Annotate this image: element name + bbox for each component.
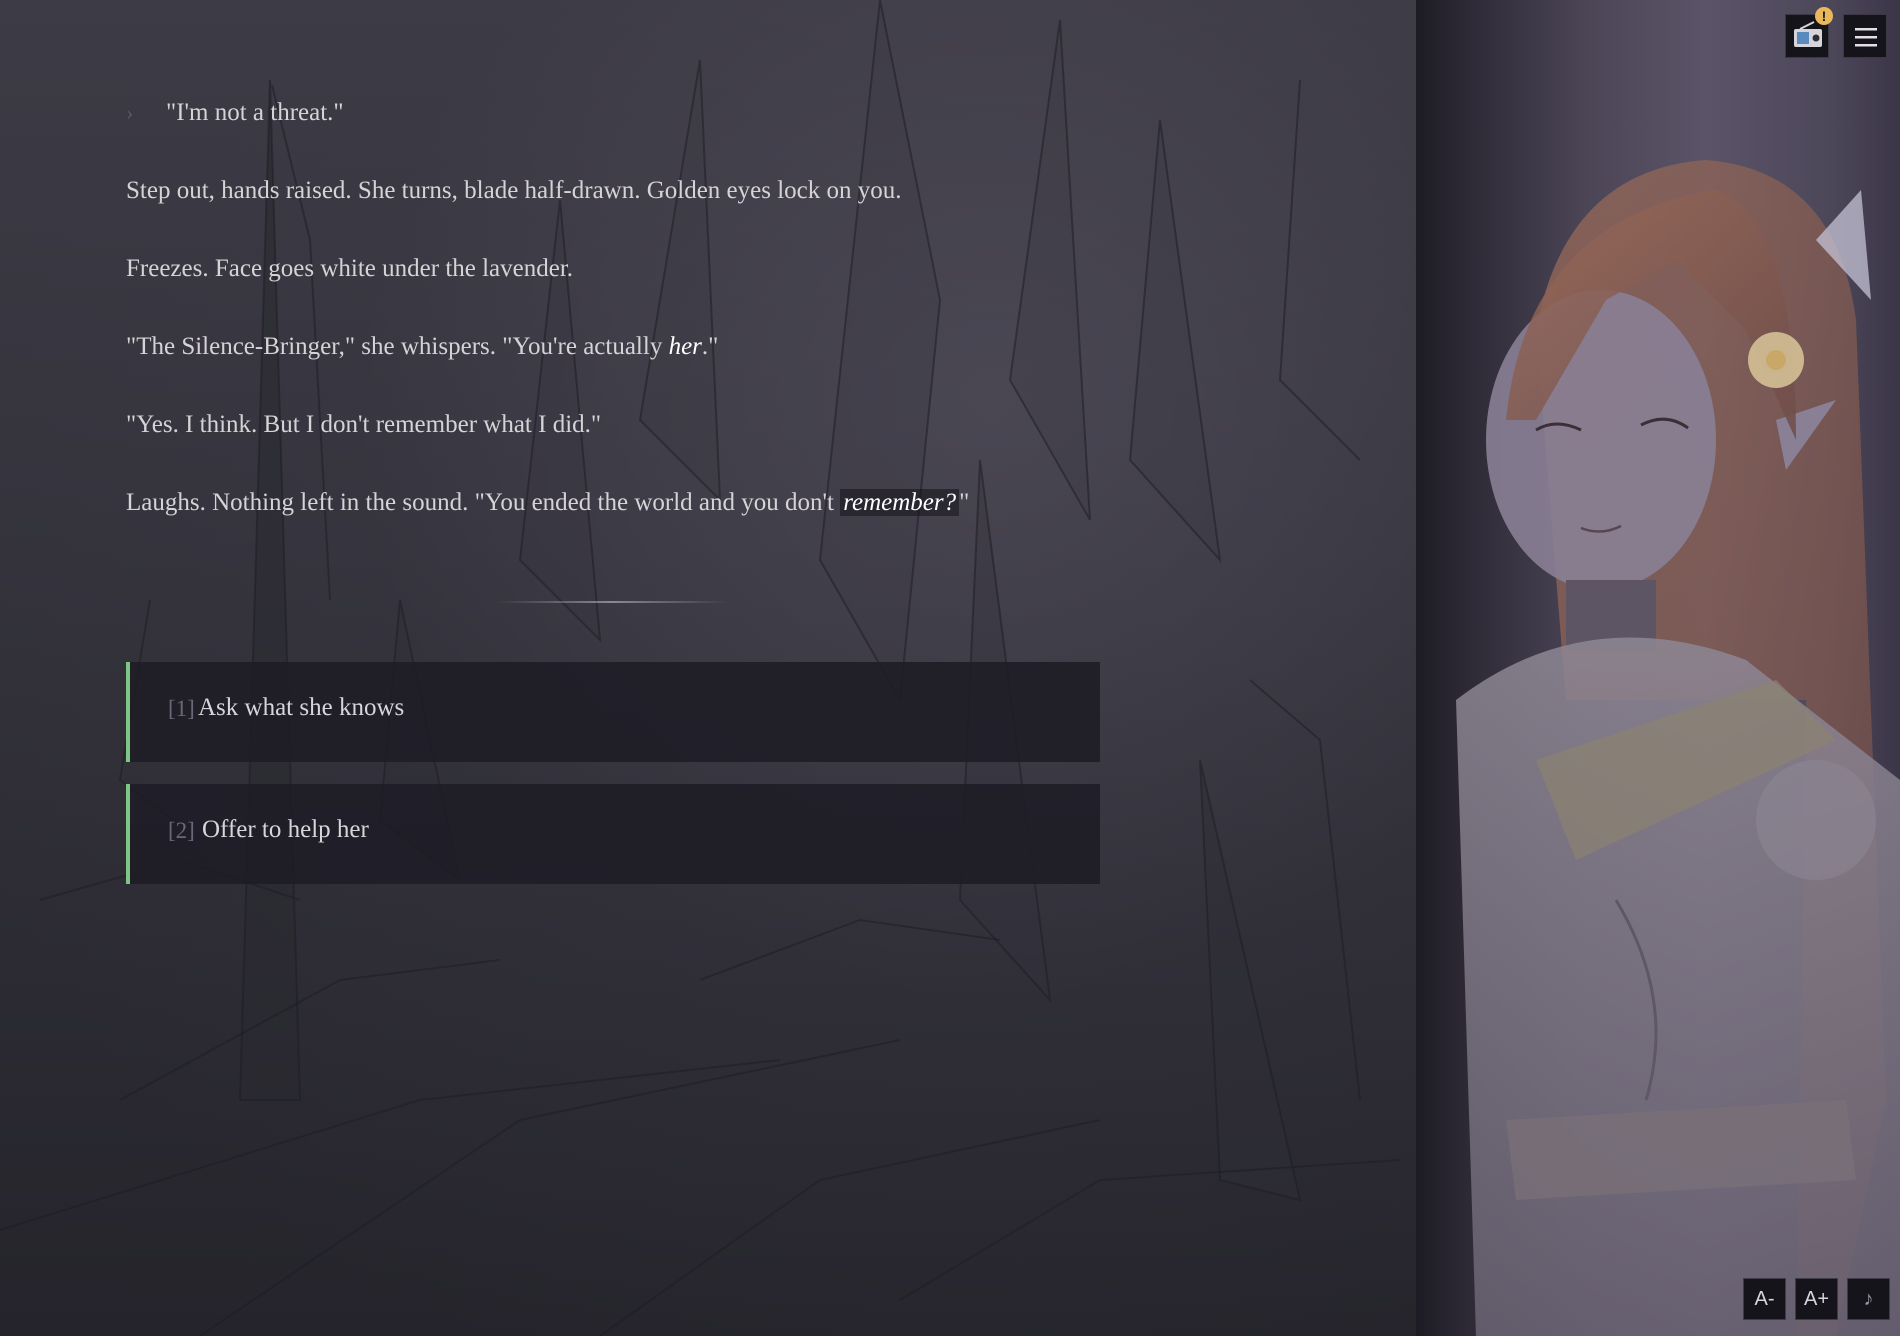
choice-number: [1]	[168, 696, 195, 721]
character-portrait-panel	[1416, 0, 1900, 1336]
choice-ask-what-she-knows[interactable]: [1] Ask what she knows	[126, 662, 1100, 762]
previous-choice-text: "I'm not a threat."	[166, 99, 344, 126]
story-text-segment: "	[959, 489, 970, 516]
choice-label: Offer to help her	[202, 816, 369, 843]
story-text-segment: ."	[701, 333, 719, 360]
chevron-right-icon: ›	[126, 100, 134, 125]
section-divider	[496, 601, 728, 603]
story-paragraph: Step out, hands raised. She turns, blade…	[126, 177, 902, 204]
emphasis-text: her	[668, 333, 702, 360]
story-text-segment: Laughs. Nothing left in the sound. "You …	[126, 489, 841, 516]
story-text: › "I'm not a threat." Step out, hands ra…	[126, 96, 1126, 564]
music-toggle-button[interactable]: ♪	[1847, 1278, 1890, 1320]
story-paragraph: "The Silence-Bringer," she whispers. "Yo…	[126, 330, 1126, 364]
previous-choice: › "I'm not a threat."	[126, 96, 1126, 130]
choice-offer-to-help-her[interactable]: [2] Offer to help her	[126, 784, 1100, 884]
choice-number: [2]	[168, 818, 195, 843]
elf-knight-portrait	[1456, 160, 1900, 1336]
story-paragraph: "Yes. I think. But I don't remember what…	[126, 411, 602, 438]
font-increase-button[interactable]: A+	[1795, 1278, 1838, 1320]
emphasis-text: remember?	[840, 489, 960, 516]
story-paragraph: Freezes. Face goes white under the laven…	[126, 255, 574, 282]
hamburger-menu-icon	[1855, 28, 1877, 47]
game-screen: › "I'm not a threat." Step out, hands ra…	[0, 0, 1900, 1336]
menu-button[interactable]	[1843, 14, 1887, 58]
notification-badge: !	[1815, 7, 1833, 25]
story-paragraph: Laughs. Nothing left in the sound. "You …	[126, 486, 1126, 520]
font-decrease-button[interactable]: A-	[1743, 1278, 1786, 1320]
music-note-icon: ♪	[1863, 1288, 1874, 1310]
choice-label: Ask what she knows	[198, 694, 405, 721]
story-text-segment: "The Silence-Bringer," she whispers. "Yo…	[126, 333, 669, 360]
